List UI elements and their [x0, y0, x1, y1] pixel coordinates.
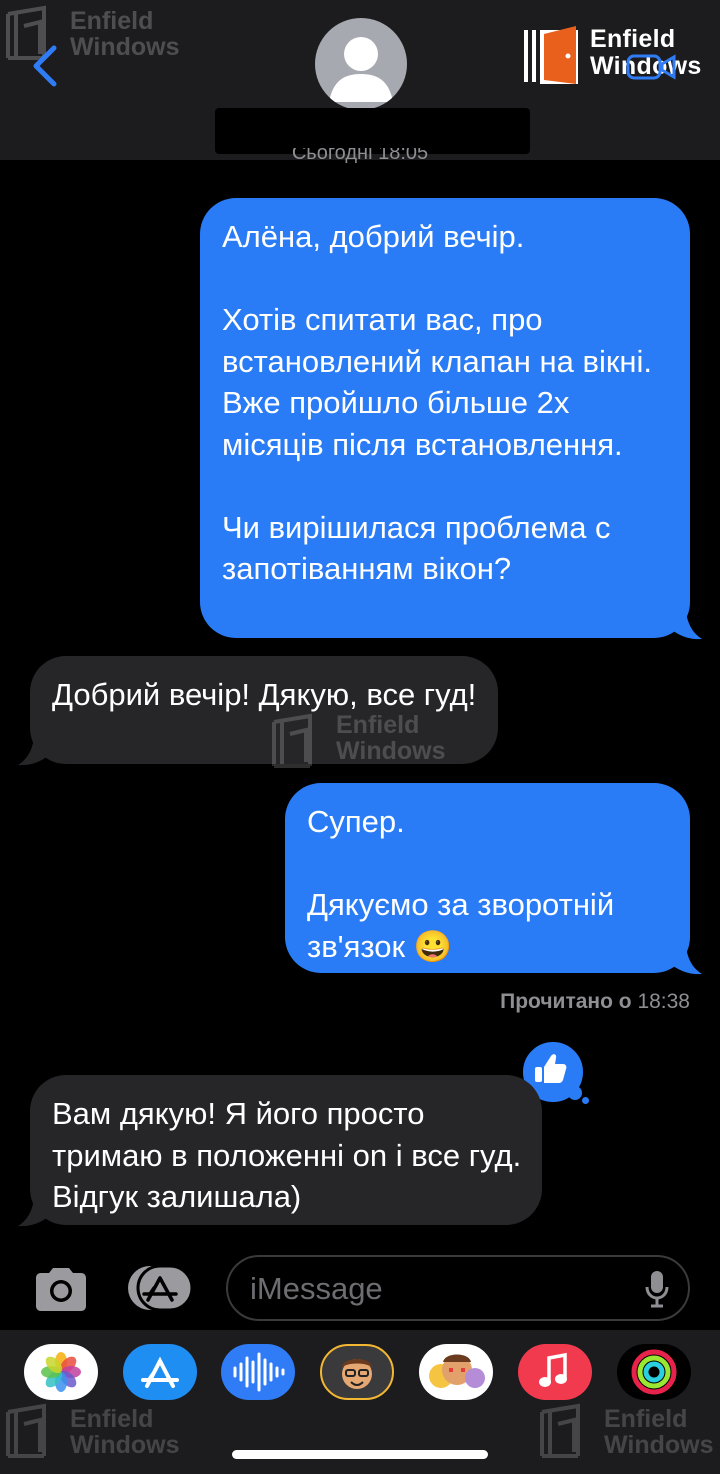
music-icon[interactable] — [518, 1344, 592, 1400]
imessage-placeholder: iMessage — [250, 1271, 383, 1306]
watermark-text-2: Windows — [70, 1431, 180, 1459]
activity-icon[interactable] — [617, 1344, 691, 1400]
read-receipt-time: 18:38 — [637, 990, 690, 1013]
read-receipt: Прочитано о 18:38 — [500, 990, 690, 1014]
date-stamp-text: Сьогодні 18:05 — [291, 148, 429, 164]
read-receipt-label: Прочитано о — [500, 990, 632, 1013]
enfield-windows-logo — [522, 22, 584, 91]
date-stamp: Сьогодні 18:05 — [0, 148, 720, 170]
bubble-tail — [18, 738, 48, 766]
microphone-icon[interactable] — [644, 1269, 670, 1314]
watermark-text-2: Windows — [336, 737, 446, 765]
conversation-header: Enfield Windows Enfield Windows — [0, 0, 720, 160]
watermark-text-1: Enfield — [336, 711, 420, 739]
bubble-tail — [672, 612, 702, 640]
watermark-logo: Enfield Windows — [270, 712, 446, 775]
tapback-dot — [568, 1086, 582, 1100]
outgoing-message-bubble[interactable]: Алёна, добрий вечір. Хотів спитати вас, … — [200, 198, 690, 638]
bubble-tail — [18, 1199, 48, 1227]
facetime-video-icon[interactable] — [626, 52, 678, 87]
app-drawer: Enfield Windows Enfield Windows — [0, 1330, 720, 1474]
tapback-dot — [582, 1097, 589, 1104]
watermark-text-1: Enfield — [70, 1405, 154, 1433]
watermark-text-2: Windows — [70, 33, 180, 61]
incoming-message-bubble[interactable]: Вам дякую! Я його просто тримаю в положе… — [30, 1075, 542, 1225]
memoji-icon[interactable] — [320, 1344, 394, 1400]
imessage-input[interactable]: iMessage — [226, 1255, 690, 1321]
brand-line-1: Enfield — [590, 25, 676, 53]
home-indicator[interactable] — [232, 1450, 488, 1459]
photos-icon[interactable] — [24, 1344, 98, 1400]
watermark-text-2: Windows — [604, 1431, 714, 1459]
audio-message-icon[interactable] — [221, 1344, 295, 1400]
back-chevron-icon[interactable] — [30, 44, 60, 88]
watermark-text-1: Enfield — [604, 1405, 688, 1433]
camera-icon[interactable] — [32, 1266, 90, 1317]
contact-avatar[interactable] — [315, 18, 407, 110]
outgoing-message-bubble[interactable]: Супер. Дякуємо за зворотній зв'язок 😀 — [285, 783, 690, 973]
watermark-logo: Enfield Windows — [538, 1402, 714, 1465]
app-store-icon[interactable] — [123, 1344, 197, 1400]
watermark-text-1: Enfield — [70, 7, 154, 35]
watermark-logo: Enfield Windows — [4, 1402, 180, 1465]
memoji-stickers-icon[interactable] — [419, 1344, 493, 1400]
app-store-apps-icon[interactable] — [126, 1264, 196, 1317]
bubble-tail — [672, 947, 702, 975]
